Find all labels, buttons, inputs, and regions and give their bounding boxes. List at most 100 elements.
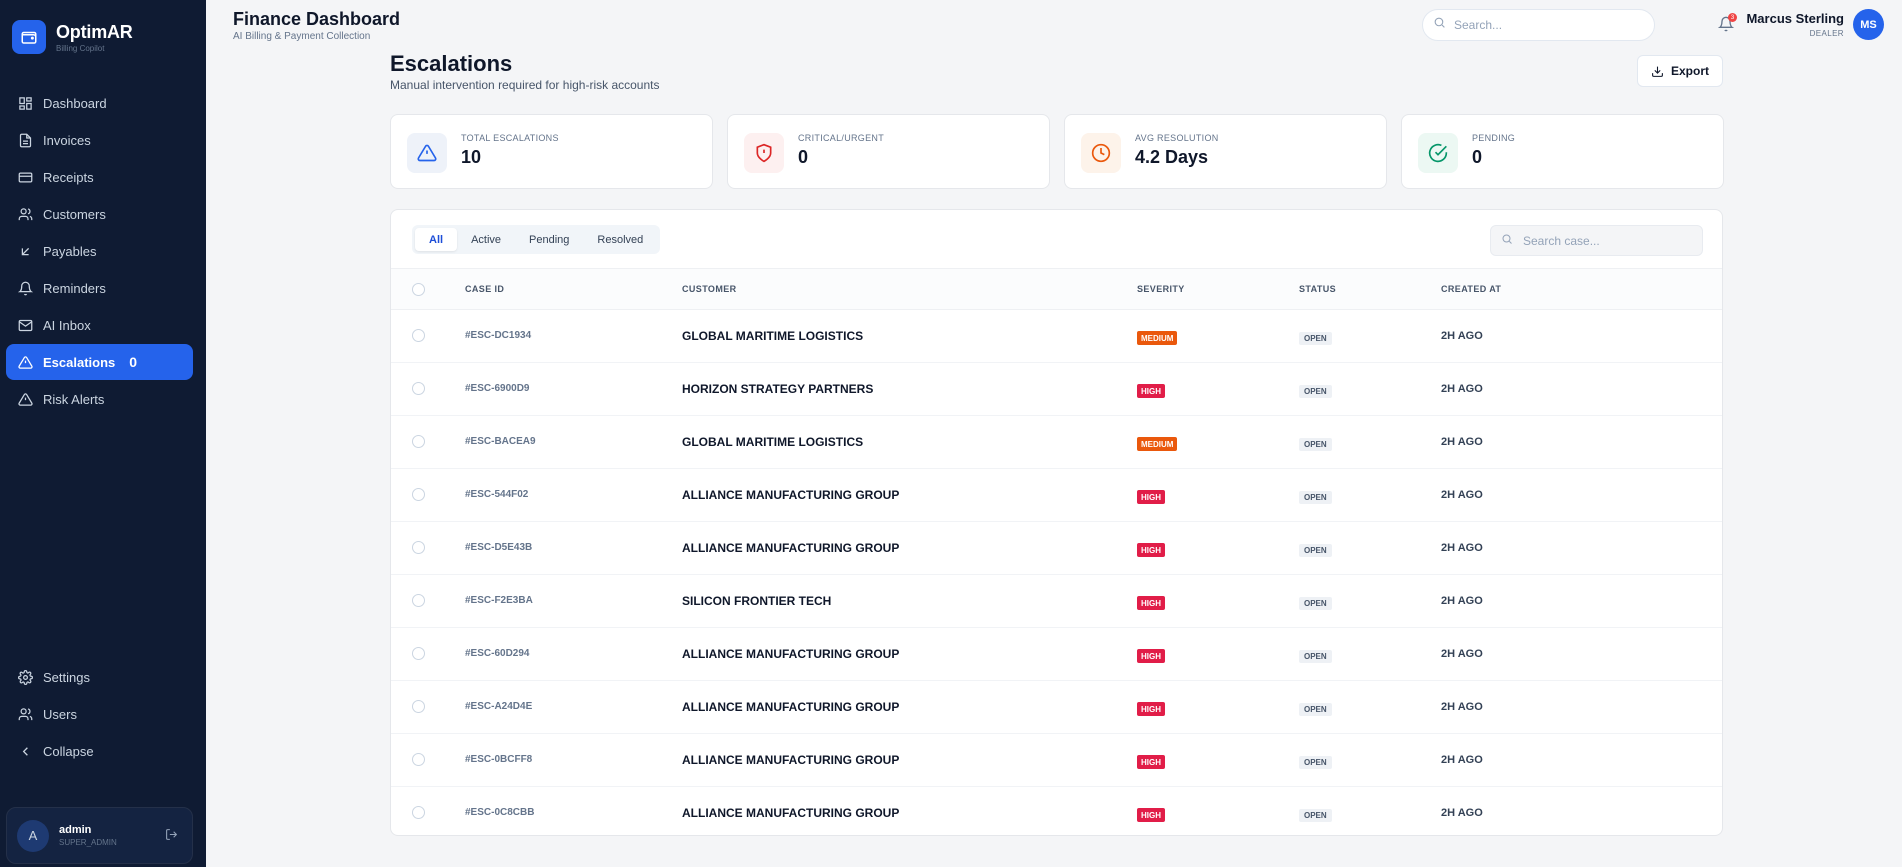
sidebar-item-dashboard[interactable]: Dashboard <box>6 85 193 121</box>
column-header-created-at[interactable]: CREATED AT <box>1441 284 1501 294</box>
clock-icon <box>1081 133 1121 173</box>
row-checkbox[interactable] <box>412 382 425 395</box>
column-header-case-id[interactable]: CASE ID <box>465 284 504 294</box>
logout-icon[interactable] <box>165 828 178 846</box>
app-title: Finance Dashboard <box>233 9 401 29</box>
table-row[interactable]: #ESC-DC1934 GLOBAL MARITIME LOGISTICS ME… <box>391 310 1722 363</box>
row-checkbox[interactable] <box>412 488 425 501</box>
stat-label: AVG RESOLUTION <box>1135 133 1219 143</box>
select-all-checkbox[interactable] <box>412 283 425 296</box>
column-header-status[interactable]: STATUS <box>1299 284 1336 294</box>
sidebar-item-label: Invoices <box>43 132 91 148</box>
case-search[interactable] <box>1490 225 1703 256</box>
case-id[interactable]: #ESC-BACEA9 <box>465 436 536 447</box>
case-id[interactable]: #ESC-D5E43B <box>465 542 532 553</box>
severity-badge: HIGH <box>1137 490 1165 504</box>
severity-badge: HIGH <box>1137 596 1165 610</box>
global-search-input[interactable] <box>1454 18 1634 32</box>
sidebar-user-card[interactable]: A admin SUPER_ADMIN <box>6 807 193 864</box>
sidebar-item-settings[interactable]: Settings <box>6 659 193 695</box>
tab-resolved[interactable]: Resolved <box>583 228 657 251</box>
avatar[interactable]: MS <box>1853 9 1884 40</box>
customer-name: ALLIANCE MANUFACTURING GROUP <box>682 806 900 820</box>
sidebar-item-reminders[interactable]: Reminders <box>6 270 193 306</box>
stat-value: 0 <box>1472 147 1483 167</box>
case-id[interactable]: #ESC-60D294 <box>465 648 529 659</box>
table-row[interactable]: #ESC-F2E3BA SILICON FRONTIER TECH HIGH O… <box>391 575 1722 628</box>
column-header-severity[interactable]: SEVERITY <box>1137 284 1185 294</box>
created-at: 2H AGO <box>1441 648 1483 660</box>
filter-tabs: All Active Pending Resolved <box>412 225 661 254</box>
escalations-table-card: All Active Pending Resolved CASE ID CUST… <box>390 209 1723 836</box>
case-id[interactable]: #ESC-F2E3BA <box>465 595 533 606</box>
dashboard-icon <box>17 95 33 111</box>
sidebar-item-label: Dashboard <box>43 95 107 111</box>
sidebar-collapse-button[interactable]: Collapse <box>6 733 193 769</box>
row-checkbox[interactable] <box>412 541 425 554</box>
brand[interactable]: OptimAR Billing Copilot <box>12 20 133 54</box>
sidebar-item-customers[interactable]: Customers <box>6 196 193 232</box>
sidebar-item-label: Collapse <box>43 743 94 759</box>
row-checkbox[interactable] <box>412 700 425 713</box>
sidebar-item-payables[interactable]: Payables <box>6 233 193 269</box>
table-row[interactable]: #ESC-6900D9 HORIZON STRATEGY PARTNERS HI… <box>391 363 1722 416</box>
row-checkbox[interactable] <box>412 594 425 607</box>
case-id[interactable]: #ESC-544F02 <box>465 489 528 500</box>
sidebar-item-label: Payables <box>43 243 97 259</box>
tab-active[interactable]: Active <box>457 228 515 251</box>
table-row[interactable]: #ESC-60D294 ALLIANCE MANUFACTURING GROUP… <box>391 628 1722 681</box>
case-id[interactable]: #ESC-0BCFF8 <box>465 754 532 765</box>
export-button[interactable]: Export <box>1637 55 1723 87</box>
status-badge: OPEN <box>1299 385 1332 398</box>
sidebar-item-receipts[interactable]: Receipts <box>6 159 193 195</box>
created-at: 2H AGO <box>1441 436 1483 448</box>
stat-value: 4.2 Days <box>1135 147 1209 167</box>
brand-subtitle: Billing Copilot <box>56 43 105 53</box>
case-id[interactable]: #ESC-0C8CBB <box>465 807 534 818</box>
sidebar-nav: Dashboard Invoices Receipts Customers Pa… <box>6 85 193 418</box>
table-row[interactable]: #ESC-544F02 ALLIANCE MANUFACTURING GROUP… <box>391 469 1722 522</box>
sidebar-item-ai-inbox[interactable]: AI Inbox <box>6 307 193 343</box>
sidebar-item-risk-alerts[interactable]: Risk Alerts <box>6 381 193 417</box>
sidebar-item-invoices[interactable]: Invoices <box>6 122 193 158</box>
sidebar-item-label: Escalations <box>43 354 116 370</box>
tab-all[interactable]: All <box>415 228 458 251</box>
stat-label: CRITICAL/URGENT <box>798 133 885 143</box>
column-header-customer[interactable]: CUSTOMER <box>682 284 737 294</box>
table-row[interactable]: #ESC-D5E43B ALLIANCE MANUFACTURING GROUP… <box>391 522 1722 575</box>
app-subtitle: AI Billing & Payment Collection <box>233 31 371 42</box>
status-badge: OPEN <box>1299 597 1332 610</box>
alert-triangle-icon <box>17 354 33 370</box>
case-id[interactable]: #ESC-A24D4E <box>465 701 532 712</box>
mail-icon <box>17 317 33 333</box>
row-checkbox[interactable] <box>412 329 425 342</box>
bell-icon <box>17 280 33 296</box>
case-id[interactable]: #ESC-6900D9 <box>465 383 529 394</box>
row-checkbox[interactable] <box>412 806 425 819</box>
stat-card-critical-urgent: CRITICAL/URGENT 0 <box>727 114 1050 189</box>
table-row[interactable]: #ESC-0BCFF8 ALLIANCE MANUFACTURING GROUP… <box>391 734 1722 787</box>
row-checkbox[interactable] <box>412 647 425 660</box>
created-at: 2H AGO <box>1441 701 1483 713</box>
customer-name: HORIZON STRATEGY PARTNERS <box>682 382 874 396</box>
stat-card-pending: PENDING 0 <box>1401 114 1724 189</box>
sidebar-item-label: Risk Alerts <box>43 391 105 407</box>
table-row[interactable]: #ESC-A24D4E ALLIANCE MANUFACTURING GROUP… <box>391 681 1722 734</box>
table-row[interactable]: #ESC-BACEA9 GLOBAL MARITIME LOGISTICS ME… <box>391 416 1722 469</box>
row-checkbox[interactable] <box>412 753 425 766</box>
case-id[interactable]: #ESC-DC1934 <box>465 330 531 341</box>
global-search[interactable] <box>1422 9 1655 41</box>
severity-badge: HIGH <box>1137 649 1165 663</box>
file-text-icon <box>17 132 33 148</box>
table-row[interactable]: #ESC-0C8CBB ALLIANCE MANUFACTURING GROUP… <box>391 787 1722 835</box>
sidebar-item-escalations[interactable]: Escalations 0 <box>6 344 193 380</box>
sidebar-item-label: Settings <box>43 669 90 685</box>
sidebar-item-users[interactable]: Users <box>6 696 193 732</box>
row-checkbox[interactable] <box>412 435 425 448</box>
header-user-info[interactable]: Marcus Sterling DEALER <box>1746 11 1844 38</box>
tab-pending[interactable]: Pending <box>515 228 583 251</box>
customer-name: SILICON FRONTIER TECH <box>682 594 832 608</box>
status-badge: OPEN <box>1299 650 1332 663</box>
case-search-input[interactable] <box>1523 233 1693 248</box>
severity-badge: HIGH <box>1137 384 1165 398</box>
